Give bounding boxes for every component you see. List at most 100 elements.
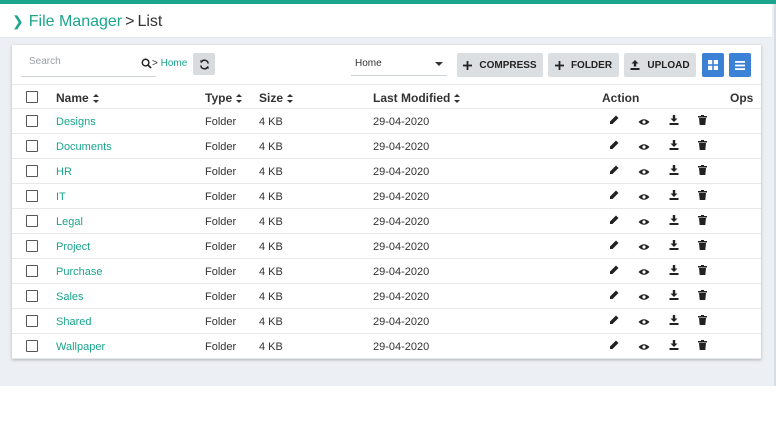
edit-icon[interactable] xyxy=(609,290,619,303)
last-modified: 29-04-2020 xyxy=(373,216,430,228)
view-icon[interactable] xyxy=(638,317,650,329)
download-icon[interactable] xyxy=(669,265,679,278)
file-size: 4 KB xyxy=(259,341,283,353)
delete-icon[interactable] xyxy=(698,265,707,278)
delete-icon[interactable] xyxy=(698,240,707,253)
plus-icon xyxy=(463,60,473,70)
edit-icon[interactable] xyxy=(609,165,619,178)
last-modified: 29-04-2020 xyxy=(373,116,430,128)
file-name-link[interactable]: Legal xyxy=(56,216,83,228)
size-column-header[interactable]: Size xyxy=(259,91,294,105)
table-row[interactable]: Shared Folder 4 KB 29-04-2020 xyxy=(12,309,761,334)
edit-icon[interactable] xyxy=(609,315,619,328)
path-home-link[interactable]: Home xyxy=(161,58,188,69)
new-folder-button[interactable]: FOLDER xyxy=(548,53,619,77)
refresh-button[interactable] xyxy=(193,53,215,75)
ops-column-header: Ops xyxy=(730,91,754,105)
last-modified: 29-04-2020 xyxy=(373,241,430,253)
delete-icon[interactable] xyxy=(698,165,707,178)
row-checkbox[interactable] xyxy=(26,315,38,327)
download-icon[interactable] xyxy=(669,165,679,178)
download-icon[interactable] xyxy=(669,140,679,153)
grid-view-button[interactable] xyxy=(702,53,724,77)
location-select[interactable]: Home xyxy=(351,54,447,76)
file-name-link[interactable]: Purchase xyxy=(56,266,102,278)
delete-icon[interactable] xyxy=(698,340,707,353)
download-icon[interactable] xyxy=(669,315,679,328)
file-size: 4 KB xyxy=(259,316,283,328)
last-modified: 29-04-2020 xyxy=(373,166,430,178)
edit-icon[interactable] xyxy=(609,140,619,153)
delete-icon[interactable] xyxy=(698,315,707,328)
table-row[interactable]: IT Folder 4 KB 29-04-2020 xyxy=(12,184,761,209)
table-header: Name Type Size Last Modified Action Ops xyxy=(12,84,761,109)
row-checkbox[interactable] xyxy=(26,115,38,127)
row-checkbox[interactable] xyxy=(26,140,38,152)
upload-button[interactable]: UPLOAD xyxy=(624,53,696,77)
download-icon[interactable] xyxy=(669,190,679,203)
last-modified: 29-04-2020 xyxy=(373,191,430,203)
toolbar: > Home Home COMPRESS FOLDER UPLOAD xyxy=(12,45,761,83)
file-name-link[interactable]: Project xyxy=(56,241,90,253)
list-view-button[interactable] xyxy=(729,53,751,77)
table-row[interactable]: Purchase Folder 4 KB 29-04-2020 xyxy=(12,259,761,284)
row-checkbox[interactable] xyxy=(26,165,38,177)
delete-icon[interactable] xyxy=(698,140,707,153)
view-icon[interactable] xyxy=(638,342,650,354)
file-name-link[interactable]: Designs xyxy=(56,116,96,128)
row-checkbox[interactable] xyxy=(26,340,38,352)
view-icon[interactable] xyxy=(638,117,650,129)
view-icon[interactable] xyxy=(638,217,650,229)
file-name-link[interactable]: Documents xyxy=(56,141,112,153)
view-icon[interactable] xyxy=(638,267,650,279)
download-icon[interactable] xyxy=(669,215,679,228)
download-icon[interactable] xyxy=(669,240,679,253)
search-icon[interactable] xyxy=(141,58,152,69)
table-row[interactable]: Documents Folder 4 KB 29-04-2020 xyxy=(12,134,761,159)
file-name-link[interactable]: Wallpaper xyxy=(56,341,105,353)
compress-button[interactable]: COMPRESS xyxy=(457,53,543,77)
edit-icon[interactable] xyxy=(609,215,619,228)
breadcrumb-file-manager[interactable]: File Manager xyxy=(29,13,122,30)
row-checkbox[interactable] xyxy=(26,240,38,252)
download-icon[interactable] xyxy=(669,290,679,303)
edit-icon[interactable] xyxy=(609,265,619,278)
modified-column-header[interactable]: Last Modified xyxy=(373,91,461,105)
upload-icon xyxy=(630,60,640,70)
row-checkbox[interactable] xyxy=(26,190,38,202)
select-all-checkbox[interactable] xyxy=(26,91,38,103)
sort-icon xyxy=(92,94,99,104)
table-row[interactable]: Wallpaper Folder 4 KB 29-04-2020 xyxy=(12,334,761,359)
download-icon[interactable] xyxy=(669,340,679,353)
view-icon[interactable] xyxy=(638,142,650,154)
edit-icon[interactable] xyxy=(609,115,619,128)
row-checkbox[interactable] xyxy=(26,265,38,277)
view-icon[interactable] xyxy=(638,167,650,179)
delete-icon[interactable] xyxy=(698,290,707,303)
edit-icon[interactable] xyxy=(609,190,619,203)
type-column-header[interactable]: Type xyxy=(205,91,243,105)
table-row[interactable]: Sales Folder 4 KB 29-04-2020 xyxy=(12,284,761,309)
view-icon[interactable] xyxy=(638,242,650,254)
name-column-header[interactable]: Name xyxy=(56,91,99,105)
delete-icon[interactable] xyxy=(698,215,707,228)
search-input[interactable] xyxy=(29,56,129,67)
file-name-link[interactable]: Shared xyxy=(56,316,91,328)
view-icon[interactable] xyxy=(638,192,650,204)
delete-icon[interactable] xyxy=(698,190,707,203)
row-checkbox[interactable] xyxy=(26,215,38,227)
edit-icon[interactable] xyxy=(609,240,619,253)
table-row[interactable]: Designs Folder 4 KB 29-04-2020 xyxy=(12,109,761,134)
table-row[interactable]: Legal Folder 4 KB 29-04-2020 xyxy=(12,209,761,234)
file-name-link[interactable]: IT xyxy=(56,191,66,203)
delete-icon[interactable] xyxy=(698,115,707,128)
table-row[interactable]: Project Folder 4 KB 29-04-2020 xyxy=(12,234,761,259)
view-icon[interactable] xyxy=(638,292,650,304)
file-name-link[interactable]: Sales xyxy=(56,291,84,303)
download-icon[interactable] xyxy=(669,115,679,128)
table-row[interactable]: HR Folder 4 KB 29-04-2020 xyxy=(12,159,761,184)
file-name-link[interactable]: HR xyxy=(56,166,72,178)
file-size: 4 KB xyxy=(259,166,283,178)
row-checkbox[interactable] xyxy=(26,290,38,302)
edit-icon[interactable] xyxy=(609,340,619,353)
